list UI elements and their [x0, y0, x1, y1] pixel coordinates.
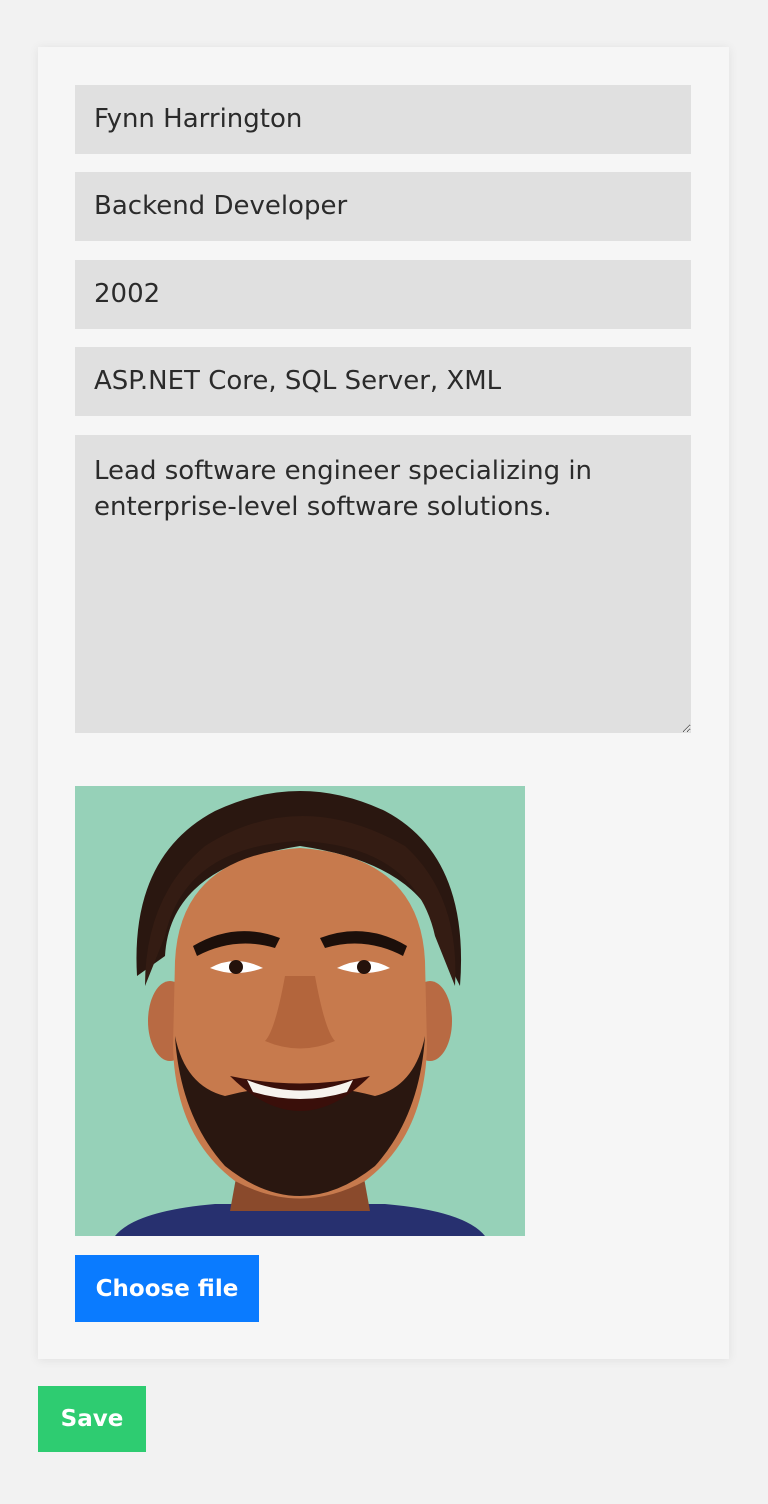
save-button[interactable]: Save: [38, 1386, 146, 1452]
bio-textarea[interactable]: Lead software engineer specializing in e…: [75, 435, 691, 733]
choose-file-button[interactable]: Choose file: [75, 1255, 259, 1322]
profile-photo: [75, 786, 525, 1236]
profile-form-card: Lead software engineer specializing in e…: [38, 47, 729, 1359]
name-input[interactable]: [75, 85, 691, 154]
role-input[interactable]: [75, 172, 691, 241]
skills-input[interactable]: [75, 347, 691, 416]
year-input[interactable]: [75, 260, 691, 329]
